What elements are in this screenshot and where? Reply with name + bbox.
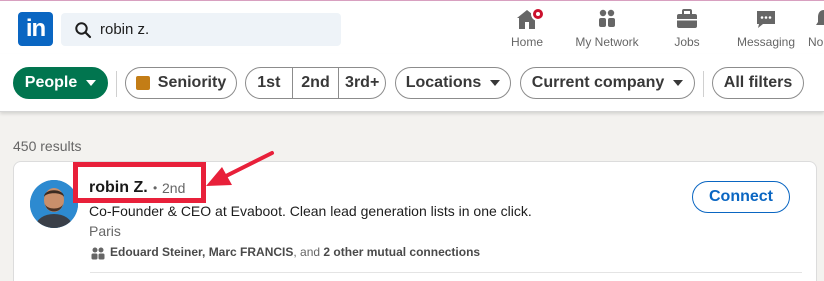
nav-notifications[interactable]: No	[808, 7, 824, 53]
seniority-filter-button[interactable]: Seniority	[125, 67, 237, 99]
mutual-connection-names[interactable]: Edouard Steiner, Marc FRANCIS	[110, 245, 293, 259]
search-result-card: robin Z. • 2nd Co-Founder & CEO at Evabo…	[13, 161, 817, 281]
degree-1st-button[interactable]: 1st	[246, 68, 292, 98]
search-input[interactable]: robin z.	[61, 13, 341, 46]
chevron-down-icon	[86, 80, 97, 86]
all-filters-button[interactable]: All filters	[712, 67, 804, 99]
evaboot-extension-icon	[135, 76, 150, 90]
search-query-text: robin z.	[100, 21, 150, 38]
search-filter-bar: People Seniority 1st 2nd 3rd+ Locations …	[0, 54, 824, 112]
home-notification-badge	[531, 7, 545, 21]
result-headline: Co-Founder & CEO at Evaboot. Clean lead …	[89, 203, 532, 219]
nav-jobs[interactable]: Jobs	[666, 7, 708, 53]
network-icon	[599, 9, 615, 27]
nav-jobs-label: Jobs	[674, 35, 700, 49]
search-icon	[75, 22, 92, 39]
nav-home-label: Home	[510, 35, 543, 49]
mutual-connections-icon	[91, 247, 105, 260]
profile-avatar[interactable]	[30, 180, 78, 228]
people-filter-button[interactable]: People	[13, 67, 108, 99]
mutual-others-link[interactable]: 2 other mutual connections	[323, 245, 480, 259]
mutual-connections-text[interactable]: Edouard Steiner, Marc FRANCIS, and 2 oth…	[110, 245, 480, 259]
notifications-icon	[816, 10, 824, 25]
results-count: 450 results	[13, 138, 82, 154]
degree-3rd-button[interactable]: 3rd+	[338, 68, 385, 98]
filter-divider	[703, 71, 704, 97]
connection-degree-filter: 1st 2nd 3rd+	[245, 67, 386, 99]
nav-my-network-label: My Network	[575, 35, 639, 49]
nav-messaging[interactable]: Messaging	[734, 7, 798, 53]
seniority-filter-label: Seniority	[157, 74, 227, 91]
connect-button[interactable]: Connect	[692, 181, 790, 213]
result-location: Paris	[89, 223, 121, 239]
nav-messaging-label: Messaging	[736, 35, 796, 49]
locations-filter-button[interactable]: Locations	[395, 67, 511, 99]
linkedin-logo[interactable]: in	[18, 12, 53, 46]
locations-filter-label: Locations	[405, 74, 482, 91]
degree-2nd-button[interactable]: 2nd	[291, 68, 339, 98]
chevron-down-icon	[490, 80, 501, 86]
mutual-joiner: , and	[293, 245, 324, 259]
nav-notifications-label: No	[808, 35, 824, 49]
briefcase-icon	[677, 9, 697, 28]
people-filter-label: People	[24, 74, 78, 91]
chevron-down-icon	[673, 80, 684, 86]
current-company-filter-label: Current company	[531, 74, 665, 91]
current-company-filter-button[interactable]: Current company	[520, 67, 695, 99]
nav-my-network[interactable]: My Network	[570, 7, 644, 53]
annotation-arrow	[206, 151, 274, 186]
profile-photo	[30, 180, 78, 228]
filter-divider	[116, 71, 117, 97]
global-nav: in robin z. Home My Network Jobs Messagi…	[0, 1, 824, 54]
all-filters-label: All filters	[723, 74, 793, 91]
highlight-box-annotation	[73, 162, 206, 203]
messaging-icon	[757, 11, 775, 28]
card-divider	[90, 272, 802, 273]
nav-home[interactable]: Home	[506, 7, 548, 53]
